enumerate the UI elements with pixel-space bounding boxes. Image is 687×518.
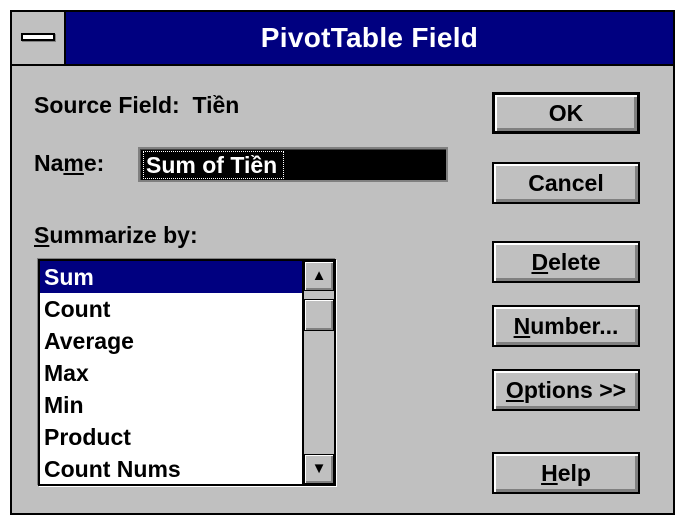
source-field-value: Tiền bbox=[192, 92, 240, 118]
list-item[interactable]: Max bbox=[40, 357, 302, 389]
summarize-by-label: Summarize by: bbox=[34, 222, 198, 248]
system-menu-icon[interactable] bbox=[12, 12, 66, 64]
list-item[interactable]: Average bbox=[40, 325, 302, 357]
summarize-by-items: Sum Count Average Max Min Product Count Nums bbox=[40, 261, 302, 484]
list-item[interactable]: Sum bbox=[40, 261, 302, 293]
list-item[interactable]: Count bbox=[40, 293, 302, 325]
name-field[interactable]: Sum of Tiền bbox=[138, 147, 448, 182]
name-field-value[interactable]: Sum of Tiền bbox=[142, 151, 285, 179]
delete-button[interactable]: Delete bbox=[492, 241, 640, 283]
number-button[interactable]: Number... bbox=[492, 305, 640, 347]
ok-button[interactable]: OK bbox=[492, 92, 640, 134]
source-field-label: Source Field: Tiền bbox=[34, 92, 240, 118]
title-bar[interactable]: PivotTable Field bbox=[12, 12, 673, 66]
scroll-thumb[interactable] bbox=[304, 299, 334, 331]
list-item[interactable]: Min bbox=[40, 389, 302, 421]
window-title: PivotTable Field bbox=[260, 22, 479, 53]
cancel-button[interactable]: Cancel bbox=[492, 162, 640, 204]
help-button[interactable]: Help bbox=[492, 452, 640, 494]
list-item[interactable]: Product bbox=[40, 421, 302, 453]
list-scrollbar[interactable]: ▲ ▼ bbox=[302, 261, 334, 484]
up-arrow-icon[interactable]: ▲ bbox=[304, 261, 334, 291]
summarize-by-list[interactable]: Sum Count Average Max Min Product Count Nums ▲… bbox=[38, 259, 336, 486]
pivottable-field-dialog: PivotTable Field Source Field: Tiền Name… bbox=[10, 10, 675, 515]
options-button[interactable]: Options >> bbox=[492, 369, 640, 411]
list-item[interactable]: Count Nums bbox=[40, 453, 302, 484]
name-label: Name: bbox=[34, 150, 105, 176]
down-arrow-icon[interactable]: ▼ bbox=[304, 454, 334, 484]
